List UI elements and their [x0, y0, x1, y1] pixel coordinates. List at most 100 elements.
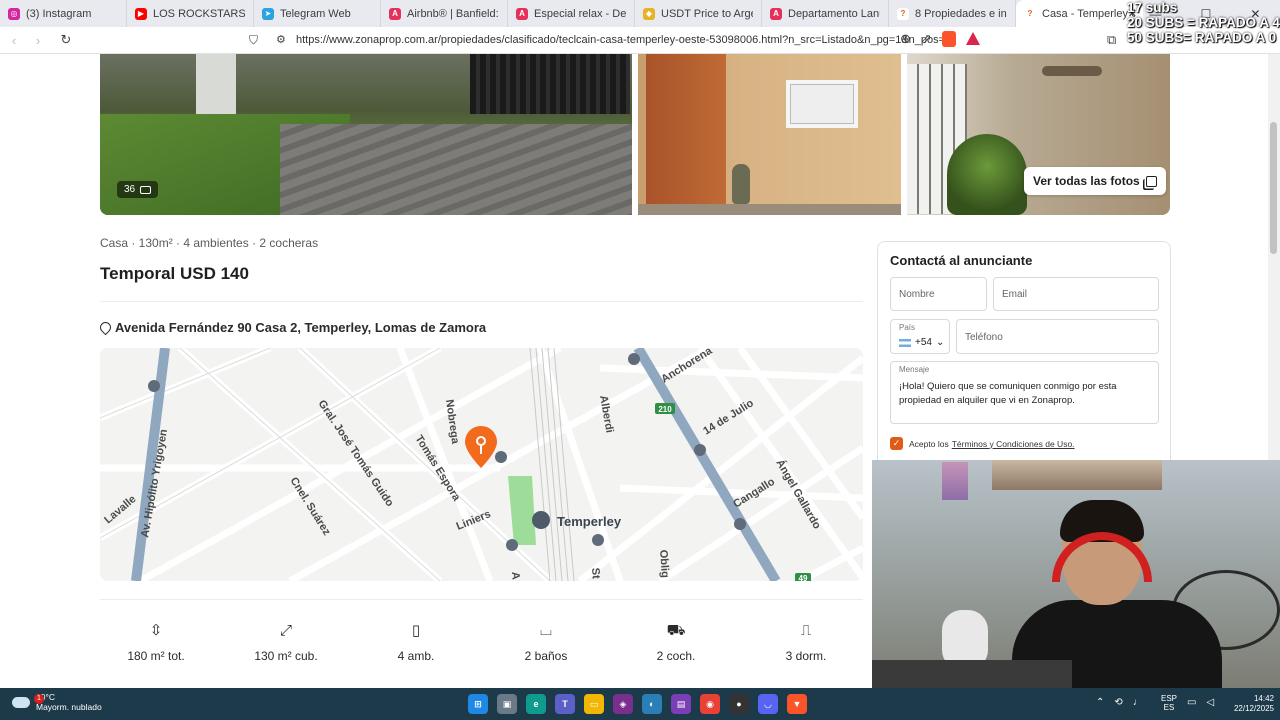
amenity-bathrooms: ⌴ 2 baños: [486, 622, 606, 663]
microphone-icon[interactable]: ♩: [1133, 697, 1143, 708]
secondary-photo-2[interactable]: Ver todas las fotos: [907, 54, 1170, 215]
taskbar-apps: ⊞ ▣ e T ▭ ◈ ◐ ▤ ◉ ● ◡ ▼: [468, 694, 807, 714]
phone-field[interactable]: Teléfono: [956, 319, 1159, 354]
app-icon[interactable]: ◐: [642, 694, 662, 714]
location-pin-icon: [100, 322, 110, 334]
chrome-icon[interactable]: ◉: [700, 694, 720, 714]
browser-tab[interactable]: ▶ LOS ROCKSTARS - Gab: [127, 0, 254, 27]
browser-tab[interactable]: A Especial relax - Departame: [508, 0, 635, 27]
file-explorer-icon[interactable]: ▭: [584, 694, 604, 714]
sync-icon[interactable]: ⟲: [1114, 697, 1122, 708]
browser-tab[interactable]: ➤ Telegram Web: [254, 0, 381, 27]
amenity-covered-area: ⤢ 130 m² cub.: [226, 622, 346, 663]
tab-title: (3) Instagram: [26, 7, 92, 20]
language-indicator[interactable]: ESP ES: [1161, 694, 1177, 712]
forward-button[interactable]: ›: [28, 33, 48, 48]
tab-favicon-icon: ▶: [135, 7, 147, 20]
amenity-garages: ⛟ 2 coch.: [616, 622, 736, 663]
share-icon[interactable]: ⇗: [921, 31, 932, 47]
webcam-shelf: [992, 460, 1162, 490]
map-canvas: 210 49 Temperley Av. Hipólito Yrigoyen L…: [100, 348, 863, 581]
notification-badge: 1: [34, 694, 44, 704]
overlay-line-1: 17 subs: [1127, 0, 1178, 15]
photo-count: 36: [124, 184, 136, 195]
brave-rewards-icon[interactable]: [965, 32, 980, 45]
browser-tab[interactable]: A Airbnb® | Banfield: Alojam: [381, 0, 508, 27]
overlay-line-3: 50 SUBS= RAPADO A 0: [1127, 30, 1277, 45]
time: 14:42: [1253, 694, 1274, 703]
phone-placeholder: Teléfono: [965, 332, 1003, 343]
cloud-icon: [12, 696, 30, 708]
property-price: Temporal USD 140: [100, 264, 249, 283]
property-features: Casa · 130m² · 4 ambientes · 2 cocheras: [100, 236, 319, 250]
url-field[interactable]: https://www.zonaprop.com.ar/propiedades/…: [296, 34, 951, 46]
terms-checkbox[interactable]: ✓: [890, 437, 903, 450]
volume-icon[interactable]: ◁: [1206, 697, 1214, 708]
photo-gate: [470, 54, 630, 114]
terms-link[interactable]: Términos y Condiciones de Uso.: [952, 439, 1075, 449]
reload-button[interactable]: ↻: [56, 32, 76, 48]
teams-icon[interactable]: T: [555, 694, 575, 714]
back-button[interactable]: ‹: [4, 33, 24, 48]
location-map[interactable]: 210 49 Temperley Av. Hipólito Yrigoyen L…: [100, 348, 863, 581]
property-address: Avenida Fernández 90 Casa 2, Temperley, …: [100, 320, 486, 335]
photo-plant: [947, 134, 1027, 215]
brave-shields-icon[interactable]: [941, 31, 956, 47]
browser-tab[interactable]: ? 8 Propiedades e inmueble: [889, 0, 1016, 27]
secondary-photo-1[interactable]: [638, 54, 901, 215]
app-icon[interactable]: ◈: [613, 694, 633, 714]
photo-house-door: [196, 54, 236, 114]
edge-icon[interactable]: e: [526, 694, 546, 714]
extensions-icon[interactable]: ⧉: [1107, 32, 1116, 48]
see-all-photos-label: Ver todas las fotos: [1033, 174, 1140, 188]
main-photo[interactable]: 36: [100, 54, 632, 215]
amenity-label: 3 dorm.: [785, 649, 827, 663]
photo-front-door: [646, 54, 726, 204]
bookmark-icon[interactable]: ⛉: [249, 33, 258, 48]
address-text: Avenida Fernández 90 Casa 2, Temperley, …: [115, 320, 487, 335]
country-code-select[interactable]: País +54 ⌄: [890, 319, 950, 354]
task-view-icon[interactable]: ▣: [497, 694, 517, 714]
ruler-vertical-icon: ⇳: [149, 622, 163, 639]
browser-tab[interactable]: ◎ (3) Instagram: [0, 0, 127, 27]
car-icon: ⛟: [666, 622, 686, 639]
see-all-photos-button[interactable]: Ver todas las fotos: [1024, 167, 1166, 195]
network-icon[interactable]: ▭: [1187, 697, 1196, 708]
app-icon[interactable]: ▤: [671, 694, 691, 714]
street-label: Oblig: [657, 549, 671, 578]
clock[interactable]: 14:42 22/12/2025: [1226, 694, 1274, 714]
browser-tab[interactable]: ?Casa - Temperley Oes✕: [1016, 0, 1143, 27]
start-icon[interactable]: ⊞: [468, 694, 488, 714]
browser-tab[interactable]: A Departamento Lanús. 3 Am: [762, 0, 889, 27]
gallery-icon: [1145, 175, 1157, 187]
tab-favicon-icon: A: [389, 7, 401, 20]
terms-prefix: Acepto los: [909, 438, 949, 449]
language-code: ESP: [1161, 694, 1178, 703]
name-placeholder: Nombre: [899, 289, 935, 300]
name-field[interactable]: Nombre: [890, 277, 987, 311]
door-icon: ▯: [411, 622, 421, 639]
site-settings-icon[interactable]: ⚙: [276, 33, 286, 46]
chevron-up-icon[interactable]: ⌃: [1096, 697, 1104, 708]
message-textarea[interactable]: Mensaje ¡Hola! Quiero que se comuniquen …: [890, 361, 1159, 424]
tab-title: Airbnb® | Banfield: Alojam: [407, 7, 499, 20]
browser-tab[interactable]: ◆ USDT Price to Argentine P: [635, 0, 762, 27]
zoom-icon[interactable]: ⊕: [900, 31, 911, 47]
amenity-label: 2 coch.: [656, 649, 696, 663]
weather-widget[interactable]: 1 30°C Mayorm. nublado: [12, 692, 102, 712]
address-bar-actions: ⊕ ⇗: [900, 31, 980, 47]
scrollbar-thumb[interactable]: [1270, 122, 1277, 254]
tab-title: Telegram Web: [280, 7, 351, 20]
tab-favicon-icon: ?: [1024, 7, 1036, 20]
expand-area-icon: ⤢: [279, 622, 292, 639]
discord-icon[interactable]: ◡: [758, 694, 778, 714]
bathtub-icon: ⌴: [539, 622, 552, 639]
email-placeholder: Email: [1002, 289, 1028, 300]
system-tray-icons: ▭ ◁: [1187, 697, 1214, 708]
browser-tab-bar: ◎ (3) Instagram ▶ LOS ROCKSTARS - Gab ➤ Teleg…: [0, 0, 1280, 27]
message-text: ¡Hola! Quiero que se comuniquen conmigo …: [899, 381, 1117, 406]
brave-icon[interactable]: ▼: [787, 694, 807, 714]
email-field[interactable]: Email: [993, 277, 1159, 311]
tab-title: Especial relax - Departame: [534, 7, 626, 20]
obs-icon[interactable]: ●: [729, 694, 749, 714]
